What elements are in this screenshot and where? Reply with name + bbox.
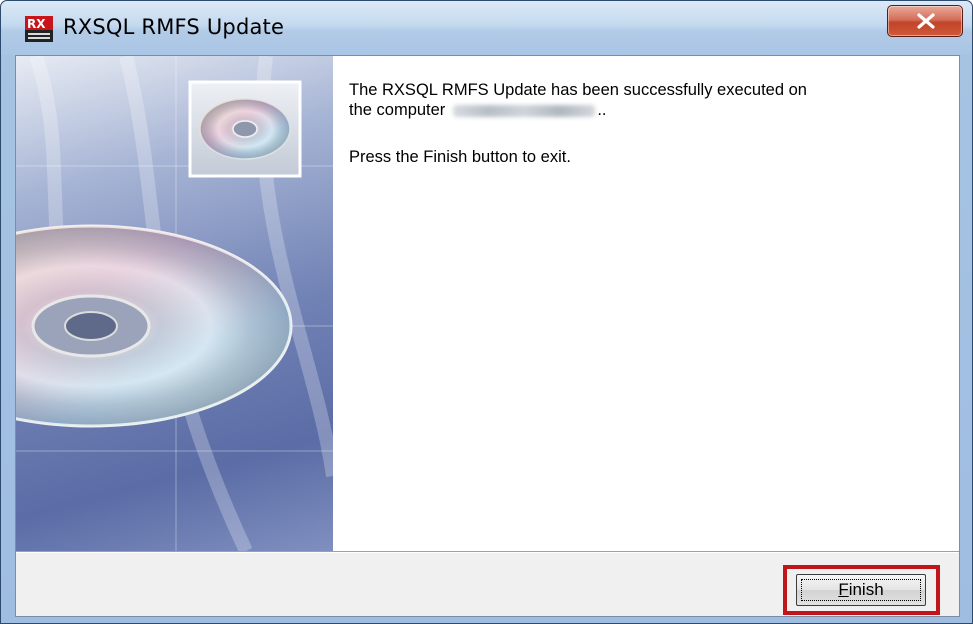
redacted-computer-name [453,104,596,117]
success-message-line2: the computer.. [349,101,606,120]
finish-button-label: Finish [838,580,884,599]
window-title: RXSQL RMFS Update [63,15,285,39]
rx-app-icon: RX [25,16,53,42]
finish-button[interactable]: Finish [796,574,926,606]
button-bar: Finish [16,553,959,616]
wizard-banner-image [16,56,333,551]
message-terminator: .. [597,101,607,119]
success-message-line1: The RXSQL RMFS Update has been successfu… [349,81,807,99]
svg-text:RX: RX [27,17,46,31]
message-panel: The RXSQL RMFS Update has been successfu… [333,56,959,551]
close-button[interactable] [887,5,963,37]
title-bar[interactable]: RX RXSQL RMFS Update [1,1,972,55]
computer-label: the computer [349,101,446,119]
close-icon [917,13,935,29]
dialog-client-area: The RXSQL RMFS Update has been successfu… [15,55,960,617]
installer-window: RX RXSQL RMFS Update The RXSQL RMFS Upda… [0,0,973,624]
instruction-message: Press the Finish button to exit. [349,148,571,166]
